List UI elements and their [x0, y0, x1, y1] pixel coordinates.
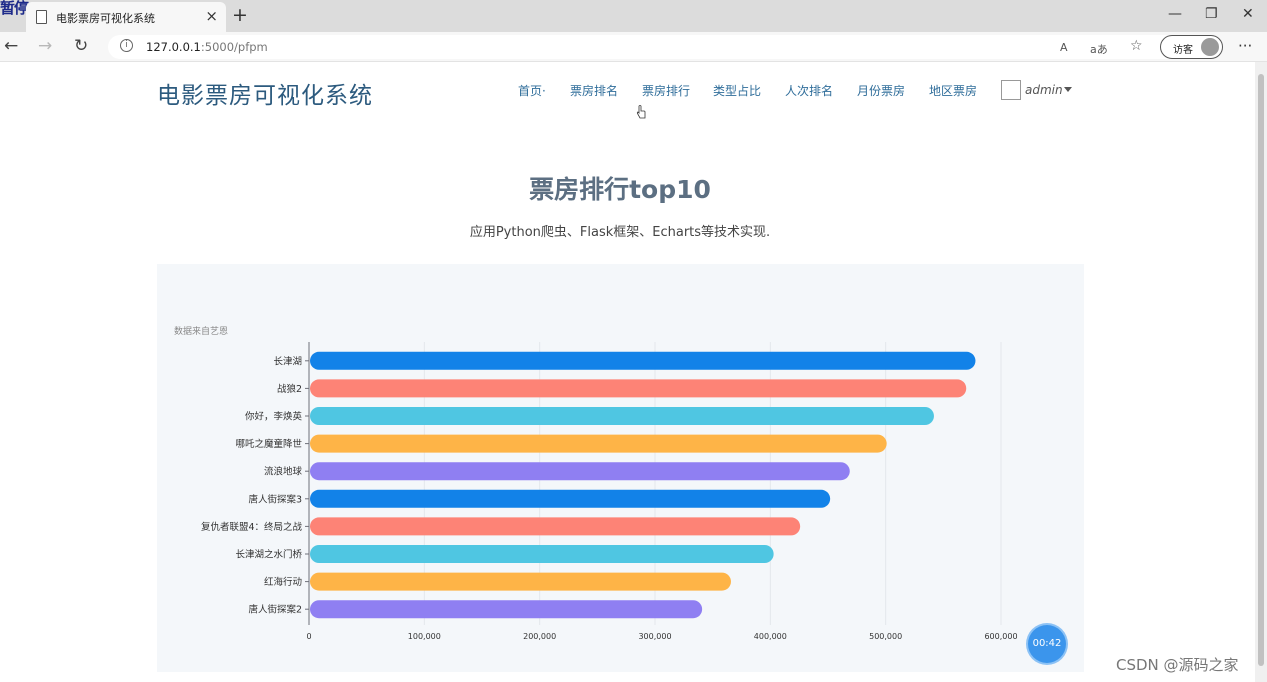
window-close-icon[interactable]: ✕ [1242, 6, 1254, 22]
x-tick-label: 500,000 [869, 632, 902, 641]
close-icon[interactable]: × [205, 7, 218, 25]
page-icon [36, 10, 47, 24]
tab-title: 电影票房可视化系统 [56, 12, 155, 25]
new-tab-icon[interactable]: + [232, 4, 248, 26]
nav-genre-share[interactable]: 类型占比 [713, 82, 761, 99]
bar-chart-svg: 数据来自艺恩 0 100,000 200,000 300,000 400,000 500,0… [174, 325, 1018, 641]
bar [310, 572, 731, 591]
scrollbar-thumb[interactable] [1258, 74, 1264, 666]
more-options-icon[interactable]: ··· [1238, 37, 1252, 55]
x-tick-label: 400,000 [754, 632, 787, 641]
overlay-pause-label: 暂停 [0, 0, 29, 17]
bar [310, 407, 934, 425]
boxoffice-chart: 数据来自艺恩 0 100,000 200,000 300,000 400,000 500,0… [157, 264, 1084, 672]
bar [310, 462, 850, 481]
category-label: 长津湖之水门桥 [235, 549, 302, 561]
nav-home[interactable]: 首页· [518, 82, 546, 99]
browser-address-bar: ← → ↻ i 127.0.0.1:5000/pfpm A aあ ☆ 访客 ··… [0, 32, 1267, 62]
bar [310, 379, 967, 398]
x-tick-label: 0 [306, 632, 311, 641]
watermark: CSDN @源码之家 [1116, 656, 1239, 674]
browser-tab-bar: 暂停 电影票房可视化系统 × + — ❐ ✕ [0, 0, 1267, 32]
avatar-icon [1201, 38, 1219, 56]
category-label: 唐人街探案3 [248, 493, 302, 505]
category-label: 红海行动 [264, 576, 302, 588]
bar [310, 434, 887, 453]
refresh-icon[interactable]: ↻ [74, 36, 88, 56]
x-tick-label: 100,000 [408, 632, 441, 641]
guest-profile-button[interactable]: 访客 [1160, 35, 1223, 59]
x-tick-label: 200,000 [523, 632, 556, 641]
nav-monthly-boxoffice[interactable]: 月份票房 [857, 82, 905, 99]
bar [310, 600, 703, 619]
section-subtitle: 应用Python爬虫、Flask框架、Echarts等技术实现. [469, 225, 771, 240]
bar [310, 489, 831, 508]
x-tick-label: 600,000 [984, 632, 1017, 641]
back-arrow-icon[interactable]: ← [4, 36, 18, 56]
category-label: 唐人街探案2 [248, 604, 302, 616]
minimize-icon[interactable]: — [1168, 6, 1182, 22]
url-text: 127.0.0.1:5000/pfpm [146, 40, 268, 54]
recording-timer: 00:42 [1028, 625, 1066, 663]
site-brand[interactable]: 电影票房可视化系统 [157, 76, 373, 110]
nav-boxoffice-rank[interactable]: 票房排名 [570, 82, 618, 99]
bar [310, 545, 774, 563]
caret-down-icon[interactable] [1064, 87, 1072, 92]
hand-cursor-icon [636, 105, 646, 119]
browser-tab[interactable]: 电影票房可视化系统 × [26, 2, 226, 32]
read-aloud-icon[interactable]: A [1060, 41, 1068, 54]
category-label: 战狼2 [277, 383, 302, 395]
nav-region-boxoffice[interactable]: 地区票房 [929, 82, 977, 99]
category-label: 复仇者联盟4：终局之战 [201, 521, 303, 533]
translate-icon[interactable]: aあ [1090, 41, 1108, 57]
user-avatar[interactable] [1001, 80, 1021, 100]
section-title: 票房排行top10 [529, 175, 711, 204]
page-scrollbar[interactable] [1255, 62, 1267, 682]
category-label: 流浪地球 [264, 466, 303, 478]
bar [310, 351, 976, 370]
bar [310, 517, 801, 536]
x-tick-label: 300,000 [638, 632, 671, 641]
info-icon[interactable]: i [120, 39, 133, 52]
user-dropdown[interactable]: admin [1025, 83, 1063, 97]
guest-label: 访客 [1173, 45, 1193, 56]
category-label: 长津湖 [273, 355, 302, 367]
nav-attendance-rank[interactable]: 人次排名 [785, 82, 833, 99]
restore-icon[interactable]: ❐ [1205, 6, 1218, 22]
chart-subtext: 数据来自艺恩 [174, 325, 228, 337]
nav-boxoffice-top[interactable]: 票房排行 [642, 82, 690, 99]
category-label: 哪吒之魔童降世 [235, 438, 302, 450]
url-input[interactable]: i 127.0.0.1:5000/pfpm A aあ ☆ [108, 35, 1223, 59]
category-label: 你好，李焕英 [245, 411, 303, 423]
forward-arrow-icon[interactable]: → [38, 36, 52, 56]
favorites-icon[interactable]: ☆ [1130, 38, 1143, 54]
